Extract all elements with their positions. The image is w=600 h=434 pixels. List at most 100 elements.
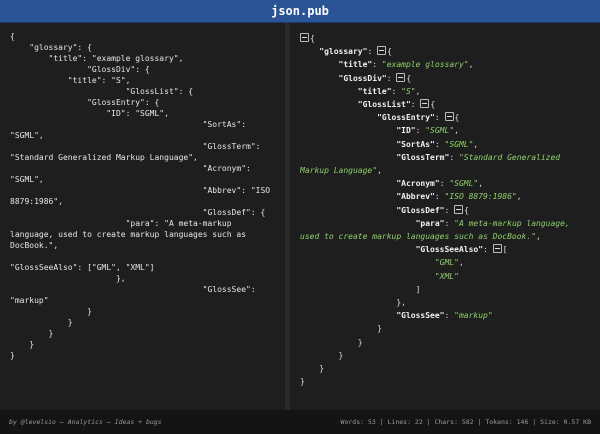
tree-key: "GlossList" (357, 100, 411, 110)
tree-line: "ID": "SGML", (396, 126, 459, 136)
tree-key: "glossary" (319, 47, 368, 57)
source-line: "GlossList": { (125, 87, 194, 96)
bracket: } (377, 324, 382, 334)
source-line: "glossary": { (29, 43, 92, 52)
bracket: } (300, 377, 305, 387)
tree-key: "Abbrev" (396, 192, 435, 202)
tree-line: "GlossSeeAlso": [ (415, 244, 508, 255)
tree-string-value: "XML" (434, 271, 459, 281)
bracket: { (406, 73, 412, 83)
tree-key: "GlossDef" (396, 205, 445, 215)
tree-line: }, (300, 298, 406, 307)
bracket: { (387, 47, 392, 57)
source-line: language, used to create markup language… (10, 230, 247, 239)
json-input-text[interactable]: { "glossary": { "title": "example glossa… (10, 31, 270, 361)
source-line: "title": "S", (67, 76, 131, 85)
source-line: "Abbrev": "ISO (202, 186, 271, 195)
source-line: DocBook.", (10, 241, 59, 250)
tree-key: "title" (338, 60, 373, 70)
source-line: "SGML", (10, 175, 44, 184)
source-line: "GlossDef": { (202, 208, 266, 217)
tree-key: "title" (357, 86, 392, 96)
source-line: "markup" (10, 296, 49, 305)
tree-line: } (300, 324, 382, 333)
tree-line: "GlossDiv": { (338, 72, 412, 83)
source-line: "GlossEntry": { (87, 98, 160, 107)
json-tree: { "glossary": { "title": "example glossa… (300, 32, 592, 388)
bracket: ] (415, 284, 421, 294)
bracket: { (454, 113, 460, 123)
tree-line: "para": "A meta-markup language, used to… (300, 218, 575, 242)
tree-string-value: "example glossary" (381, 60, 469, 70)
source-line: }, (115, 274, 126, 283)
source-line: "para": "A meta-markup (125, 219, 232, 228)
source-line: } (10, 351, 15, 360)
footer-credits[interactable]: by @levelsio – Analytics – Ideas + bugs (9, 418, 162, 426)
tree-line: } (300, 350, 344, 360)
tree-string-value: "markup" (454, 311, 493, 321)
source-line: "SortAs": (202, 120, 247, 129)
tree-key: "GlossTerm" (396, 152, 450, 162)
bracket: }, (396, 298, 406, 308)
source-line: { (10, 32, 15, 41)
tree-line: "GML", (434, 258, 464, 268)
tree-string-value: "S" (401, 86, 416, 96)
bracket: { (430, 100, 436, 110)
source-line: "GlossSeeAlso": ["GML", "XML"] (10, 263, 155, 272)
collapse-toggle-icon[interactable] (454, 204, 464, 214)
tree-line: "Acronym": "SGML", (396, 179, 484, 189)
tree-string-value: "SGML" (425, 126, 455, 136)
source-line: "GlossSee": (202, 285, 256, 294)
json-input-editor[interactable]: { "glossary": { "title": "example glossa… (0, 23, 285, 410)
tree-line: } (300, 364, 324, 373)
tree-line: "GlossEntry": { (377, 112, 460, 123)
source-line: "title": "example glossary", (48, 54, 184, 63)
bracket: } (338, 350, 344, 360)
source-line: "ID": "SGML", (106, 109, 169, 118)
tree-string-value: "SGML" (449, 179, 479, 189)
source-line: } (67, 318, 73, 327)
collapse-toggle-icon[interactable] (420, 99, 430, 109)
tree-line: "GlossSee": "markup" (396, 311, 493, 321)
tree-key: "SortAs" (396, 139, 435, 149)
tree-line: "title": "S", (357, 86, 421, 96)
tree-line: "GlossDef": { (396, 204, 469, 215)
source-line: "GlossDiv": { (87, 65, 150, 74)
tree-key: "para" (415, 218, 445, 228)
source-line: 8879:1986", (10, 197, 63, 206)
source-line: "Standard Generalized Markup Language", (10, 153, 198, 162)
tree-line: { (300, 33, 315, 43)
tree-string-value: "GML" (434, 258, 459, 268)
tree-key: "Acronym" (396, 179, 440, 189)
bracket: } (357, 337, 363, 347)
tree-line: ] (300, 284, 421, 294)
footer-stats: Words: 53 | Lines: 22 | Chars: 582 | Tok… (340, 418, 591, 426)
source-line: "SGML", (10, 131, 44, 140)
source-line: } (87, 307, 92, 316)
source-line: "GlossTerm": (202, 142, 261, 151)
app-title: json.pub (271, 4, 329, 18)
source-line: } (48, 329, 54, 338)
tree-key: "GlossEntry" (377, 113, 435, 123)
bracket: { (464, 205, 469, 215)
collapse-toggle-icon[interactable] (492, 244, 502, 254)
source-line: } (29, 340, 35, 349)
tree-line: "GlossTerm": "Standard Generalized Marku… (300, 152, 565, 176)
footer: by @levelsio – Analytics – Ideas + bugs … (0, 410, 600, 434)
tree-string-value: "SGML" (444, 139, 474, 149)
tree-key: "ID" (396, 126, 416, 136)
tree-line: "title": "example glossary", (338, 60, 474, 70)
collapse-toggle-icon[interactable] (300, 33, 309, 42)
tree-line: } (300, 338, 363, 347)
collapse-toggle-icon[interactable] (377, 46, 387, 56)
source-line: "Acronym": (202, 164, 251, 173)
bracket: } (319, 364, 325, 374)
tree-line: "Abbrev": "ISO 8879:1986", (396, 192, 522, 202)
collapse-toggle-icon[interactable] (396, 72, 406, 82)
tree-key: "GlossSeeAlso" (415, 245, 484, 255)
tree-key: "GlossDiv" (338, 73, 387, 83)
tree-line: "glossary": { (319, 46, 392, 57)
collapse-toggle-icon[interactable] (444, 112, 454, 122)
tree-line: "GlossList": { (357, 99, 436, 110)
tree-line: "XML" (300, 272, 459, 281)
